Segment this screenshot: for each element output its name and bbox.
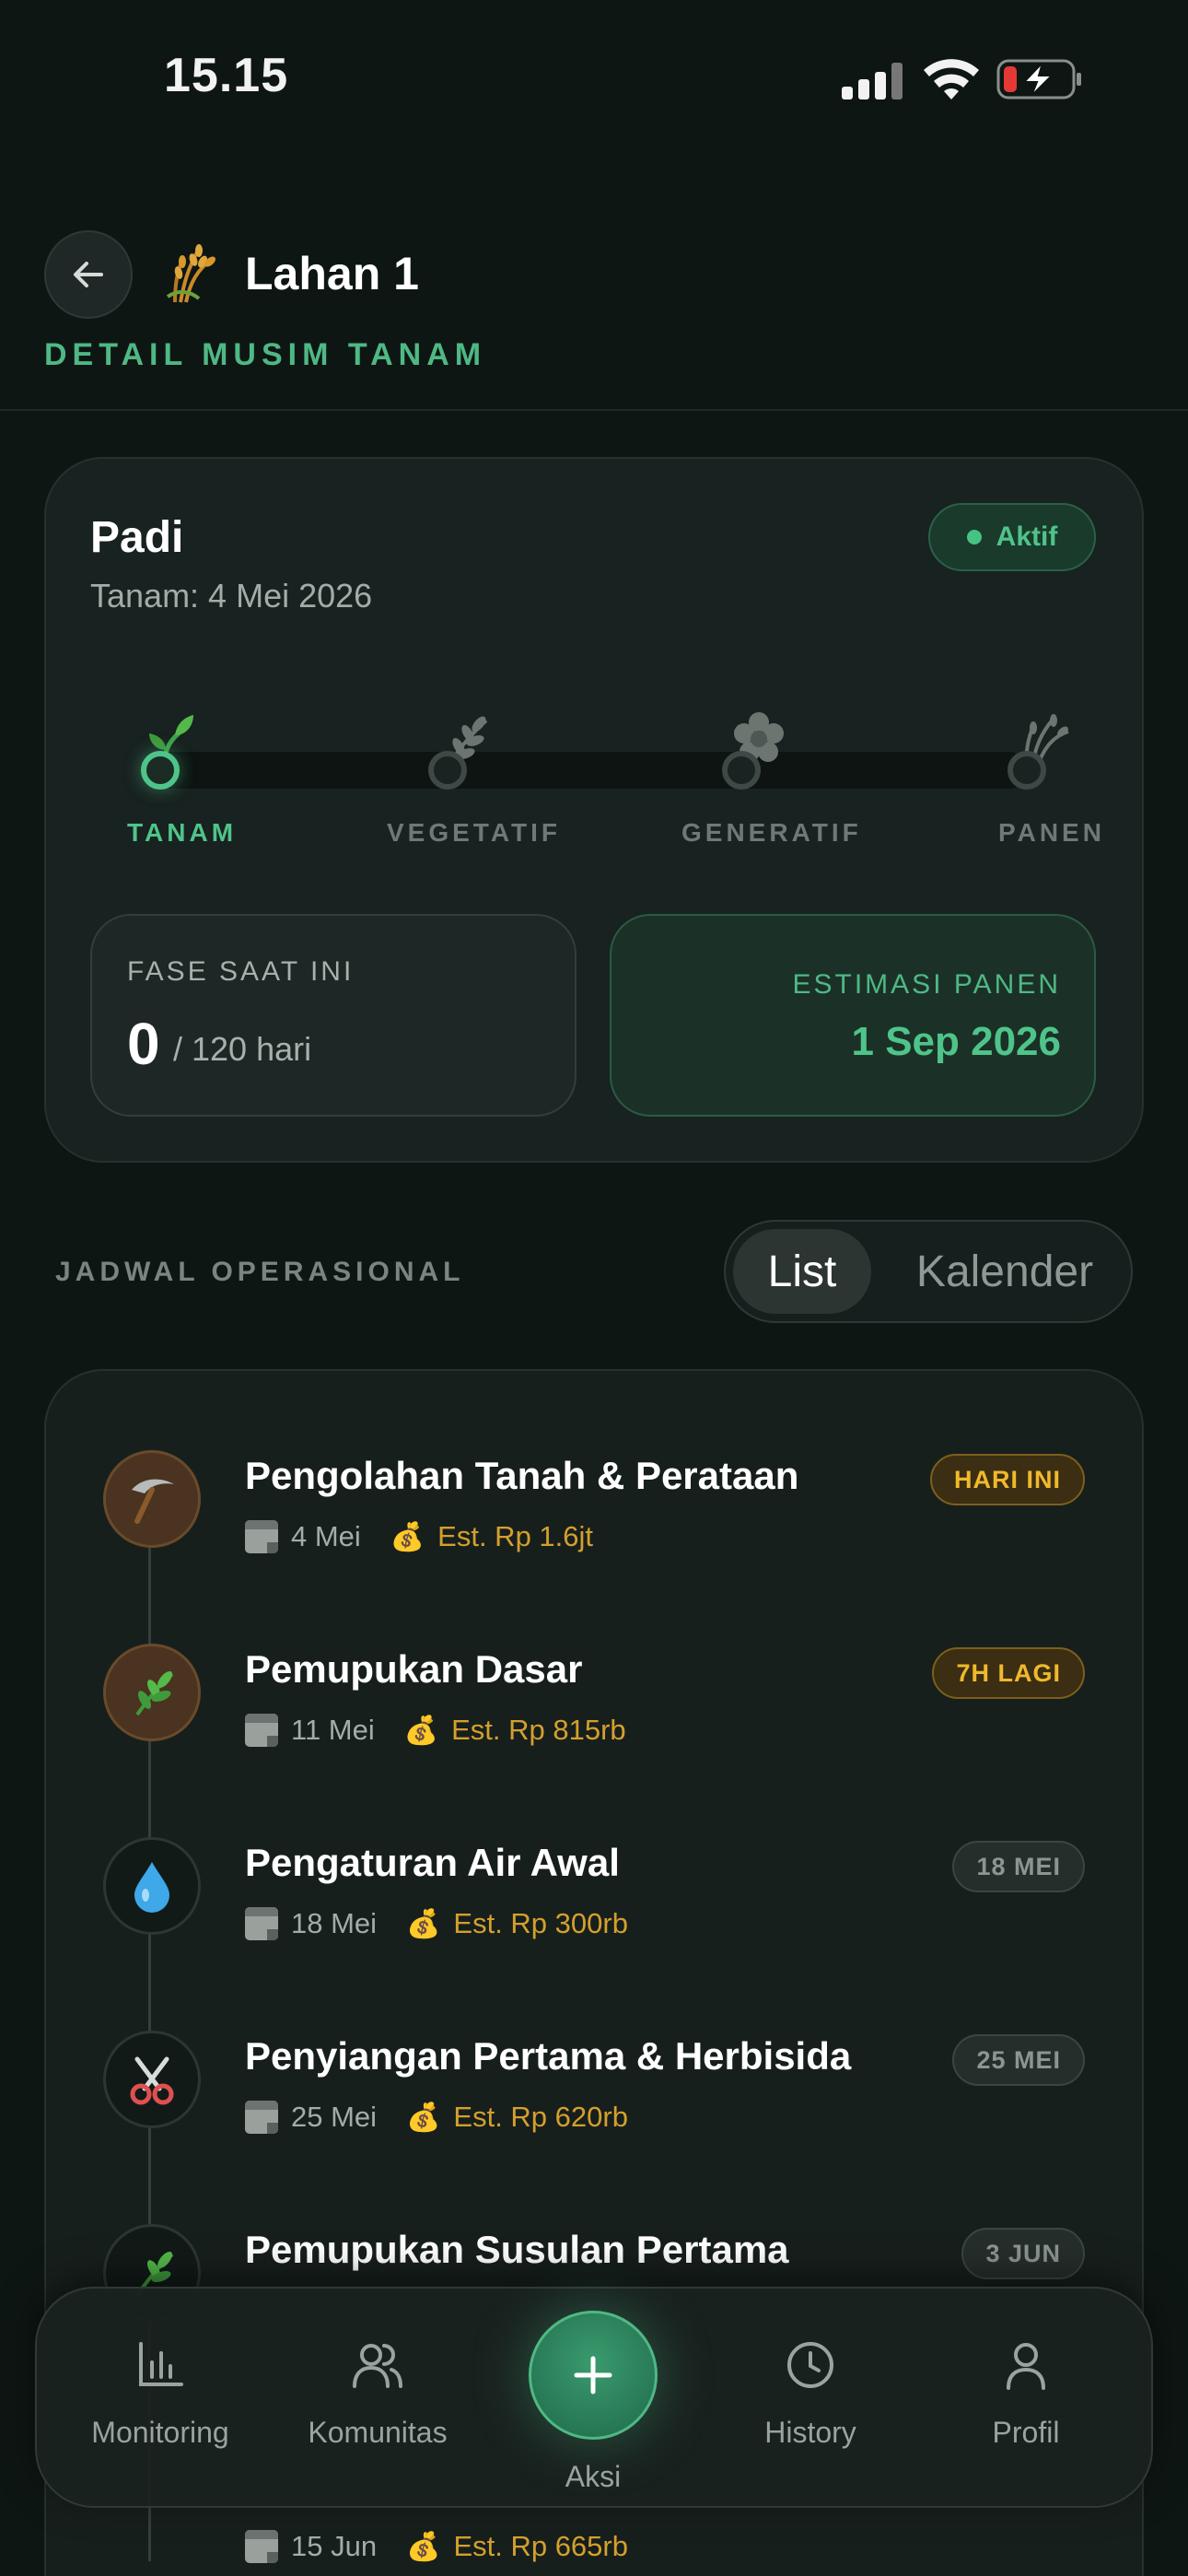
growth-timeline-track: [144, 752, 1028, 789]
user-icon: [1007, 2343, 1045, 2390]
calendar-icon: [245, 2101, 278, 2134]
schedule-title: JADWAL OPERASIONAL: [55, 1257, 465, 1287]
status-label: Aktif: [996, 521, 1058, 552]
task-status-chip: 7H LAGI: [932, 1647, 1085, 1699]
money-bag-icon: 💰: [403, 1715, 439, 1746]
view-toggle-calendar[interactable]: Kalender: [890, 1229, 1120, 1314]
harvest-date-value: 1 Sep 2026: [851, 1019, 1062, 1064]
task-status-chip: 3 JUN: [961, 2228, 1085, 2279]
cellular-signal-icon: [842, 61, 903, 100]
stage-label-vegetatif: VEGETATIF: [387, 818, 561, 847]
stage-dot-panen: [1007, 751, 1046, 790]
crop-name: Padi: [90, 513, 184, 562]
task-icon: [103, 1450, 201, 1548]
rice-sheaf-icon: [166, 244, 215, 303]
status-time: 15.15: [164, 49, 289, 102]
money-bag-icon: 💰: [406, 1908, 441, 1939]
task-status-chip: 18 MEI: [952, 1841, 1085, 1892]
stage-dot-generatif: [722, 751, 761, 790]
task-cost: Est. Rp 665rb: [453, 2530, 628, 2562]
task-icon: [103, 2031, 201, 2128]
page-title: Lahan 1: [245, 248, 419, 299]
status-badge: Aktif: [928, 503, 1096, 571]
view-toggle-list[interactable]: List: [733, 1229, 871, 1314]
add-action-button[interactable]: [529, 2311, 658, 2440]
back-button[interactable]: [44, 230, 133, 319]
nav-label: Profil: [992, 2416, 1060, 2449]
scissors-icon: [130, 2056, 174, 2105]
task-title[interactable]: Pemupukan Susulan Pertama: [245, 2228, 789, 2272]
calendar-icon: [245, 1907, 278, 1940]
herb-icon: [135, 1670, 174, 1716]
stage-dot-vegetatif: [428, 751, 467, 790]
task-cost: Est. Rp 300rb: [453, 1907, 628, 1939]
calendar-icon: [245, 2530, 278, 2563]
stage-label-tanam: TANAM: [127, 818, 238, 847]
stage-dot-tanam: [141, 751, 180, 790]
task-cost: Est. Rp 620rb: [453, 2101, 628, 2133]
stage-label-generatif: GENERATIF: [681, 818, 862, 847]
task-meta: 18 Mei 💰 Est. Rp 300rb: [245, 1907, 628, 1940]
task-icon: [103, 1644, 201, 1741]
task-meta: 4 Mei 💰 Est. Rp 1.6jt: [245, 1520, 593, 1553]
phase-label: FASE SAAT INI: [127, 956, 355, 987]
status-dot: [966, 530, 982, 544]
task-cost: Est. Rp 1.6jt: [437, 1520, 594, 1552]
nav-label: Komunitas: [308, 2416, 448, 2449]
pickaxe-icon: [132, 1479, 174, 1524]
task-title[interactable]: Penyiangan Pertama & Herbisida: [245, 2034, 851, 2078]
calendar-icon: [245, 1714, 278, 1747]
task-icon: [103, 1837, 201, 1935]
money-bag-icon: 💰: [390, 1521, 425, 1552]
harvest-label: ESTIMASI PANEN: [792, 969, 1061, 1000]
money-bag-icon: 💰: [406, 2102, 441, 2133]
plus-icon: [574, 2356, 612, 2395]
bar-chart-icon: [139, 2342, 183, 2386]
stage-label-panen: PANEN: [998, 818, 1105, 847]
nav-label: Monitoring: [91, 2416, 229, 2449]
clock-icon: [787, 2342, 833, 2388]
wifi-icon: [924, 59, 979, 100]
money-bag-icon: 💰: [406, 2531, 441, 2562]
task-meta: 25 Mei 💰 Est. Rp 620rb: [245, 2101, 628, 2134]
plant-date: Tanam: 4 Mei 2026: [90, 577, 373, 615]
task-date: 4 Mei: [291, 1520, 361, 1552]
nav-item-monitoring[interactable]: Monitoring: [68, 2340, 252, 2450]
task-date: 15 Jun: [291, 2530, 378, 2562]
arrow-left-icon: [74, 262, 103, 287]
task-title[interactable]: Pemupukan Dasar: [245, 1647, 582, 1692]
nav-item-profil[interactable]: Profil: [934, 2340, 1118, 2450]
task-meta: 15 Jun 💰 Est. Rp 665rb: [245, 2530, 628, 2563]
task-status-chip: 25 MEI: [952, 2034, 1085, 2086]
task-status-chip: HARI INI: [930, 1454, 1085, 1505]
harvest-estimate-box: [610, 914, 1096, 1117]
header-divider: [0, 409, 1188, 411]
nav-label-aksi: Aksi: [565, 2460, 622, 2493]
current-phase-box: [90, 914, 577, 1117]
phase-day-total: / 120 hari: [173, 1030, 312, 1068]
nav-item-komunitas[interactable]: Komunitas: [285, 2340, 470, 2450]
phase-day-value: 0: [127, 1011, 160, 1077]
calendar-icon: [245, 1520, 278, 1553]
water-drop-icon: [134, 1862, 169, 1913]
users-icon: [353, 2344, 402, 2388]
task-meta: 11 Mei 💰 Est. Rp 815rb: [245, 1714, 626, 1747]
task-cost: Est. Rp 815rb: [451, 1714, 626, 1746]
nav-item-history[interactable]: History: [718, 2340, 903, 2450]
task-date: 25 Mei: [291, 2101, 378, 2133]
page-subtitle: DETAIL MUSIM TANAM: [44, 337, 487, 372]
battery-charging-icon: [996, 59, 1081, 100]
task-date: 11 Mei: [291, 1714, 375, 1746]
nav-label: History: [764, 2416, 856, 2449]
task-date: 18 Mei: [291, 1907, 378, 1939]
task-title[interactable]: Pengaturan Air Awal: [245, 1841, 620, 1885]
task-title[interactable]: Pengolahan Tanah & Perataan: [245, 1454, 798, 1498]
